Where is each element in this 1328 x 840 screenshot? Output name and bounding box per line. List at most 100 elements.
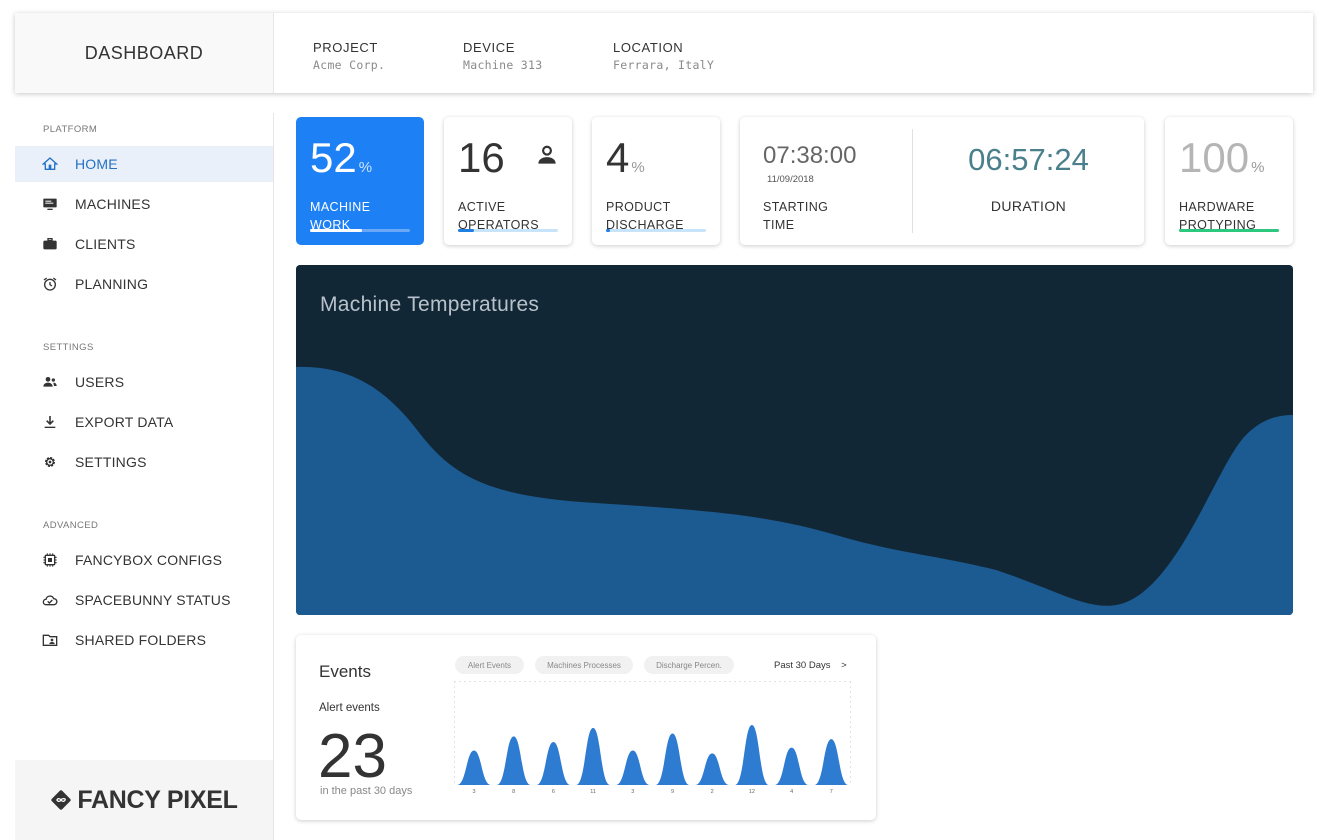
sidebar-item-label: FANCYBOX CONFIGS <box>75 552 223 568</box>
dashboard-title: DASHBOARD <box>15 13 274 93</box>
machine-work-unit: % <box>358 159 373 176</box>
sidebar: PLATFORM HOME MACHINES CLIENTS PLANNING … <box>15 113 274 840</box>
sidebar-item-label: CLIENTS <box>75 236 136 252</box>
event-peak <box>576 727 611 785</box>
sidebar-item-spacebunny-status[interactable]: SPACEBUNNY STATUS <box>15 582 273 618</box>
briefcase-icon <box>41 235 59 253</box>
device-info: DEVICE Machine 313 <box>463 40 613 93</box>
sidebar-item-clients[interactable]: CLIENTS <box>15 226 273 262</box>
machine-work-card[interactable]: 52% MACHINE WORK <box>296 117 424 245</box>
x-tick-label: 2 <box>711 789 714 795</box>
event-peak <box>774 747 809 785</box>
filter-machines-processes[interactable]: Machines Processes <box>535 656 633 674</box>
event-peak <box>496 736 531 785</box>
machine-work-progress <box>310 229 410 232</box>
top-header: DASHBOARD PROJECT Acme Corp. DEVICE Mach… <box>15 13 1313 93</box>
sidebar-item-label: SHARED FOLDERS <box>75 632 207 648</box>
x-tick-label: 6 <box>552 789 555 795</box>
events-title: Events <box>319 662 371 681</box>
project-info: PROJECT Acme Corp. <box>313 40 463 93</box>
range-label: Past 30 Days <box>774 660 831 671</box>
active-operators-progress <box>458 229 558 232</box>
machine-work-label-line1: MACHINE <box>310 200 371 214</box>
x-tick-label: 12 <box>749 789 755 795</box>
alarm-clock-icon <box>41 275 59 293</box>
hardware-card[interactable]: 100% HARDWARE PROTYPING <box>1165 117 1293 245</box>
sidebar-item-fancybox-configs[interactable]: FANCYBOX CONFIGS <box>15 542 273 578</box>
sidebar-item-home[interactable]: HOME <box>15 146 273 182</box>
sidebar-item-label: HOME <box>75 156 118 172</box>
product-discharge-label-line1: PRODUCT <box>606 200 671 214</box>
monitor-icon <box>41 195 59 213</box>
active-operators-value: 16 <box>458 134 505 181</box>
events-caption: in the past 30 days <box>320 785 413 797</box>
event-peak <box>536 742 571 785</box>
x-tick-label: 3 <box>472 789 475 795</box>
logo-text: FANCY PIXEL <box>77 785 238 814</box>
cloud-check-icon <box>41 591 59 609</box>
chevron-right-icon: > <box>841 660 847 671</box>
section-title-advanced: ADVANCED <box>43 520 99 531</box>
sidebar-item-label: MACHINES <box>75 196 151 212</box>
product-discharge-card[interactable]: 4% PRODUCT DISCHARGE <box>592 117 720 245</box>
machine-temperatures-title: Machine Temperatures <box>320 293 540 316</box>
sidebar-item-users[interactable]: USERS <box>15 364 273 400</box>
sidebar-item-export-data[interactable]: EXPORT DATA <box>15 404 273 440</box>
starting-time-label-line2: TIME <box>763 218 795 232</box>
events-subtitle: Alert events <box>319 702 380 714</box>
x-tick-label: 11 <box>590 789 596 795</box>
sidebar-item-label: PLANNING <box>75 276 149 292</box>
product-discharge-progress <box>606 229 706 232</box>
location-label: LOCATION <box>613 40 684 55</box>
x-tick-label: 4 <box>790 789 793 795</box>
hardware-progress <box>1179 229 1279 232</box>
project-label: PROJECT <box>313 40 378 55</box>
active-operators-card[interactable]: 16 ACTIVE OPERATORS <box>444 117 572 245</box>
sidebar-item-settings[interactable]: SETTINGS <box>15 444 273 480</box>
event-peak <box>695 753 730 785</box>
chip-icon <box>41 551 59 569</box>
infinity-logo-icon <box>51 790 72 810</box>
temperature-area-chart <box>296 366 1293 615</box>
sidebar-item-label: SETTINGS <box>75 454 147 470</box>
filter-alert-events[interactable]: Alert Events <box>455 656 524 674</box>
x-tick-label: 7 <box>830 789 833 795</box>
sidebar-item-shared-folders[interactable]: SHARED FOLDERS <box>15 622 273 658</box>
range-selector[interactable]: Past 30 Days > <box>774 660 847 671</box>
x-tick-label: 3 <box>631 789 634 795</box>
event-peak <box>615 750 650 785</box>
event-peak <box>814 739 849 785</box>
x-tick-label: 8 <box>512 789 515 795</box>
header-meta: PROJECT Acme Corp. DEVICE Machine 313 LO… <box>274 13 763 93</box>
x-tick-label: 9 <box>671 789 674 795</box>
gear-icon <box>41 453 59 471</box>
sidebar-item-label: USERS <box>75 374 125 390</box>
product-discharge-unit: % <box>631 159 645 176</box>
machine-temperatures-panel: Machine Temperatures <box>296 265 1293 615</box>
active-operators-label-line1: ACTIVE <box>458 200 506 214</box>
home-icon <box>41 155 59 173</box>
device-label: DEVICE <box>463 40 516 55</box>
project-value: Acme Corp. <box>313 58 386 72</box>
sidebar-item-label: EXPORT DATA <box>75 414 174 430</box>
users-icon <box>41 373 59 391</box>
device-value: Machine 313 <box>463 58 543 72</box>
events-bell-chart: 3 8 6 11 3 9 2 12 4 7 <box>457 725 849 795</box>
filter-discharge-percentage[interactable]: Discharge Percen. <box>644 656 734 674</box>
starting-time-value: 07:38:00 <box>763 142 857 169</box>
location-value: Ferrara, ItalY <box>613 58 715 72</box>
hardware-value: 100 <box>1179 134 1250 181</box>
download-icon <box>41 413 59 431</box>
sidebar-item-machines[interactable]: MACHINES <box>15 186 273 222</box>
duration-value: 06:57:24 <box>968 142 1089 177</box>
duration-label: DURATION <box>990 198 1067 214</box>
section-title-platform: PLATFORM <box>43 124 98 135</box>
event-peak <box>734 725 769 785</box>
shared-folder-icon <box>41 631 59 649</box>
hardware-label-line1: HARDWARE <box>1179 200 1255 214</box>
temperature-area <box>296 366 1293 615</box>
sidebar-item-label: SPACEBUNNY STATUS <box>75 592 231 608</box>
sidebar-item-planning[interactable]: PLANNING <box>15 266 273 302</box>
timing-card[interactable]: 07:38:00 11/09/2018 STARTING TIME 06:57:… <box>740 117 1144 245</box>
location-info: LOCATION Ferrara, ItalY <box>613 40 763 93</box>
